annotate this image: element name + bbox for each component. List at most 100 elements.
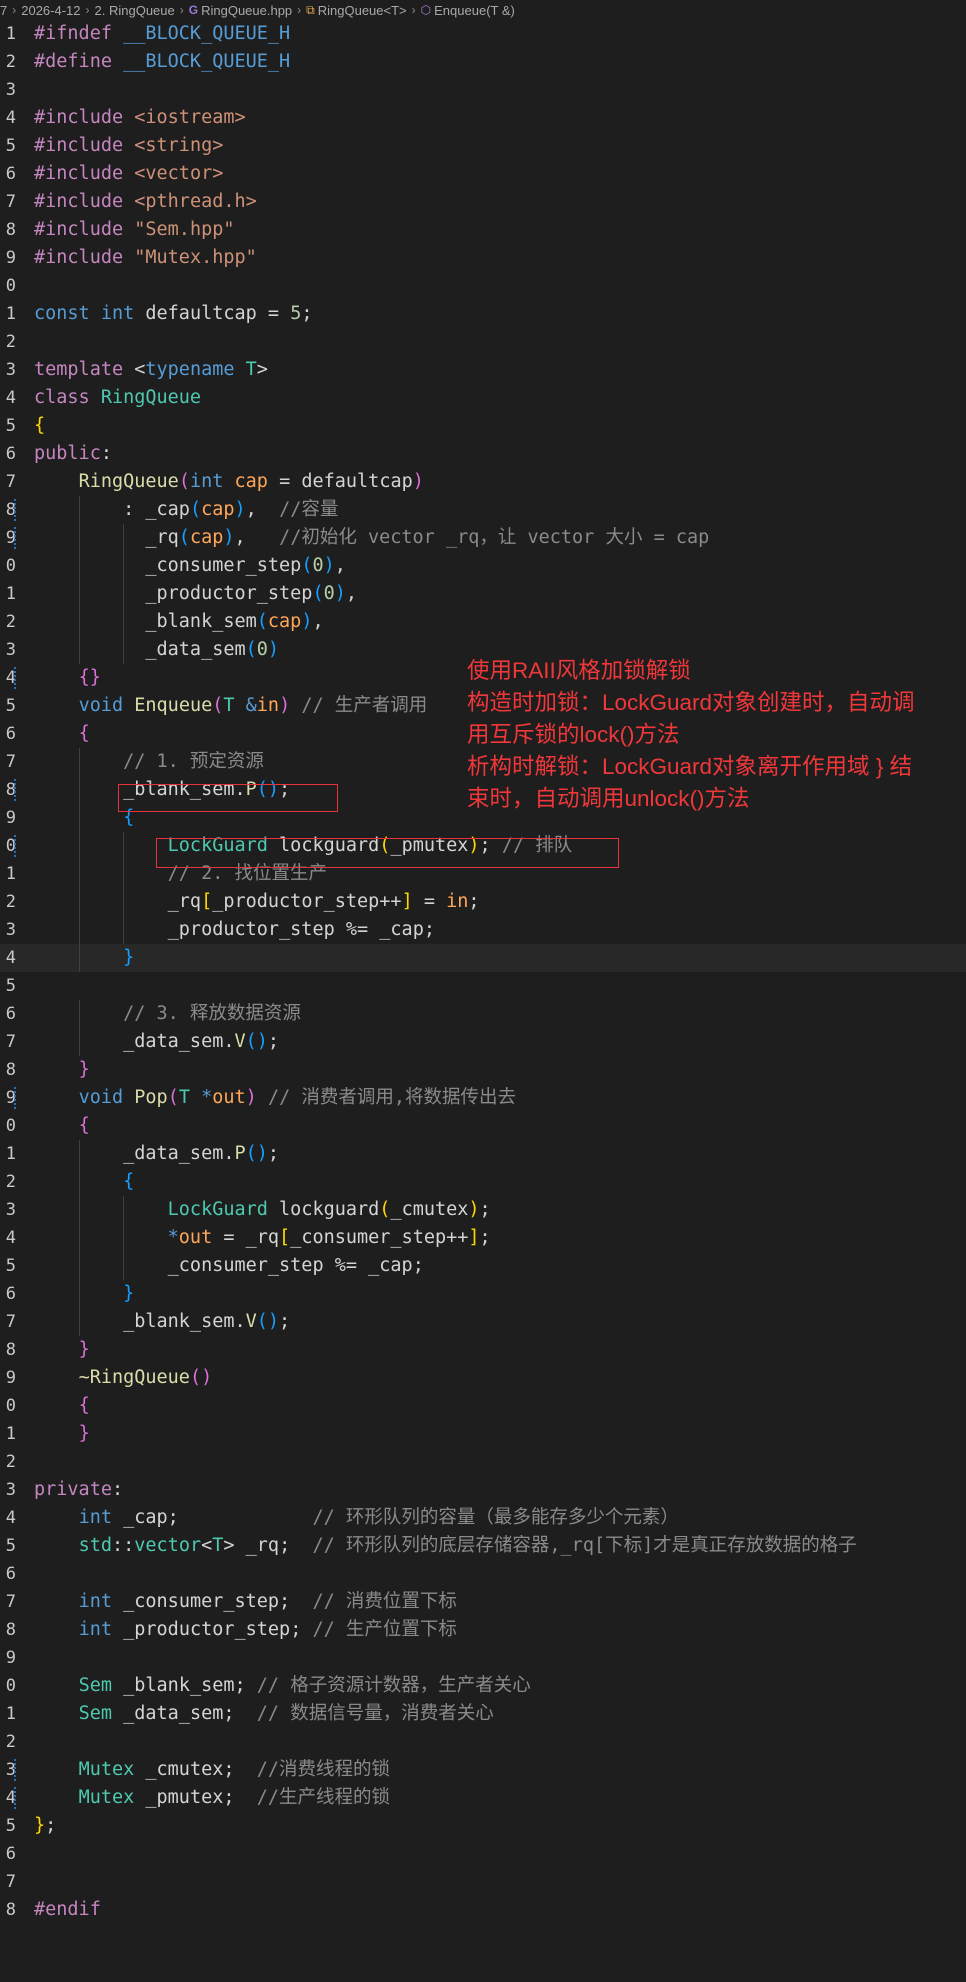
breadcrumb-item[interactable]: 2026-4-12 <box>21 3 80 18</box>
code-line[interactable]: 3 template <typename T> <box>0 356 966 384</box>
line-number: 1 <box>5 864 16 884</box>
code-line[interactable]: 6 <box>0 1840 966 1868</box>
code-line[interactable]: 2 _blank_sem(cap), <box>0 608 966 636</box>
code-line[interactable]: 6 <box>0 1560 966 1588</box>
line-number: 7 <box>5 472 16 492</box>
code-line[interactable]: 5 <box>0 972 966 1000</box>
code-line[interactable]: 8 } <box>0 1336 966 1364</box>
code-line[interactable]: 5 _consumer_step %= _cap; <box>0 1252 966 1280</box>
code-line[interactable]: 2 _rq[_productor_step++] = in; <box>0 888 966 916</box>
code-line[interactable]: 1 _data_sem.P(); <box>0 1140 966 1168</box>
line-number: 3 <box>5 1200 16 1220</box>
code-token: ; <box>45 1815 57 1836</box>
code-line[interactable]: 7 <box>0 1868 966 1896</box>
code-line[interactable]: 0 _consumer_step(0), <box>0 552 966 580</box>
code-text: #include <iostream> <box>34 104 246 132</box>
code-token: #endif <box>34 1899 101 1920</box>
git-change-marker[interactable] <box>14 527 16 549</box>
code-editor[interactable]: 1 #ifndef __BLOCK_QUEUE_H 2 #define __BLOCK… <box>0 20 966 1924</box>
code-token: _pmutex; <box>145 1787 257 1808</box>
code-line[interactable]: 1 Sem _data_sem; // 数据信号量，消费者关心 <box>0 1700 966 1728</box>
code-text: ~RingQueue() <box>34 1364 213 1392</box>
code-token: () <box>256 1311 280 1332</box>
git-change-marker[interactable] <box>14 835 16 857</box>
breadcrumb-item[interactable]: 7 <box>0 3 7 18</box>
code-line[interactable]: 5 #include <string> <box>0 132 966 160</box>
code-line[interactable]: 4 *out = _rq[_consumer_step++]; <box>0 1224 966 1252</box>
code-token: ( <box>178 527 190 548</box>
code-line[interactable]: 7 RingQueue(int cap = defaultcap) <box>0 468 966 496</box>
code-line[interactable]: 7 _data_sem.V(); <box>0 1028 966 1056</box>
code-line[interactable]: 6 #include <vector> <box>0 160 966 188</box>
code-line[interactable]: 1 const int defaultcap = 5; <box>0 300 966 328</box>
code-line[interactable]: 7 _blank_sem.V(); <box>0 1308 966 1336</box>
code-line[interactable]: 5}; <box>0 1812 966 1840</box>
code-text: _rq[_productor_step++] = in; <box>34 888 480 916</box>
code-line[interactable]: 0 Sem _blank_sem; // 格子资源计数器，生产者关心 <box>0 1672 966 1700</box>
code-line[interactable]: 4 class RingQueue <box>0 384 966 412</box>
code-line[interactable]: 6 } <box>0 1280 966 1308</box>
git-change-marker[interactable] <box>14 1759 16 1781</box>
git-change-marker[interactable] <box>14 1087 16 1109</box>
code-line[interactable]: 2 #define __BLOCK_QUEUE_H <box>0 48 966 76</box>
code-text: { <box>34 412 45 440</box>
breadcrumb-item[interactable]: ⬡ Enqueue(T &) <box>421 3 515 18</box>
code-line[interactable]: 8 } <box>0 1056 966 1084</box>
code-line[interactable]: 3 LockGuard lockguard(_cmutex); <box>0 1196 966 1224</box>
code-line[interactable]: 0 { <box>0 1392 966 1420</box>
code-line[interactable]: 2 <box>0 1448 966 1476</box>
code-line[interactable]: 0 { <box>0 1112 966 1140</box>
code-line[interactable]: 4 #include <iostream> <box>0 104 966 132</box>
code-token: //生产线程的锁 <box>256 1787 391 1808</box>
code-token: {} <box>78 667 101 688</box>
code-line[interactable]: 1 } <box>0 1420 966 1448</box>
git-change-marker[interactable] <box>14 779 16 801</box>
code-line[interactable]: 3 <box>0 76 966 104</box>
code-line[interactable]: 4 Mutex _pmutex; //生产线程的锁 <box>0 1784 966 1812</box>
code-line[interactable]: 7 #include <pthread.h> <box>0 188 966 216</box>
code-line[interactable]: 8 int _productor_step; // 生产位置下标 <box>0 1616 966 1644</box>
code-token: () <box>245 1031 268 1052</box>
code-token: Enqueue <box>134 695 213 716</box>
code-token: //初始化 vector _rq，让 vector 大小 = cap <box>279 527 710 548</box>
code-token: ( <box>178 471 190 492</box>
git-change-marker[interactable] <box>14 1787 16 1809</box>
code-line[interactable]: 3 _productor_step %= _cap; <box>0 916 966 944</box>
code-line[interactable]: 8 : _cap(cap), //容量 <box>0 496 966 524</box>
code-token: <iostream> <box>134 107 246 128</box>
code-line[interactable]: 1 // 2. 找位置生产 <box>0 860 966 888</box>
code-line[interactable]: 1 _productor_step(0), <box>0 580 966 608</box>
code-line[interactable]: 4 int _cap; // 环形队列的容量（最多能存多少个元素） <box>0 1504 966 1532</box>
code-line[interactable]: 1 #ifndef __BLOCK_QUEUE_H <box>0 20 966 48</box>
code-line[interactable]: 4 } <box>0 944 966 972</box>
code-line[interactable]: 3 private: <box>0 1476 966 1504</box>
code-line[interactable]: 2 <box>0 328 966 356</box>
code-line[interactable]: 2 <box>0 1728 966 1756</box>
git-change-marker[interactable] <box>14 667 16 689</box>
code-line[interactable]: 8 #include "Sem.hpp" <box>0 216 966 244</box>
git-change-marker[interactable] <box>14 499 16 521</box>
breadcrumb-item[interactable]: G RingQueue.hpp <box>189 3 292 18</box>
code-line[interactable]: 0 <box>0 272 966 300</box>
code-token: _consumer_step <box>34 555 302 576</box>
code-line[interactable]: 0 LockGuard lockguard(_pmutex); // 排队 <box>0 832 966 860</box>
breadcrumb-item[interactable]: 2. RingQueue <box>95 3 175 18</box>
code-line[interactable]: 5{ <box>0 412 966 440</box>
code-line[interactable]: 3 Mutex _cmutex; //消费线程的锁 <box>0 1756 966 1784</box>
breadcrumb-item[interactable]: ⧉ RingQueue<T> <box>306 3 406 18</box>
code-line[interactable]: 9 void Pop(T *out) // 消费者调用,将数据传出去 <box>0 1084 966 1112</box>
code-line[interactable]: 5 std::vector<T> _rq; // 环形队列的底层存储容器,_rq… <box>0 1532 966 1560</box>
code-line[interactable]: 7 int _consumer_step; // 消费位置下标 <box>0 1588 966 1616</box>
code-token: ) <box>334 583 346 604</box>
code-line[interactable]: 6 public: <box>0 440 966 468</box>
code-line[interactable]: 9 _rq(cap), //初始化 vector _rq，让 vector 大小… <box>0 524 966 552</box>
code-line[interactable]: 9 <box>0 1644 966 1672</box>
code-line[interactable]: 6 // 3. 释放数据资源 <box>0 1000 966 1028</box>
line-number: 3 <box>5 1480 16 1500</box>
code-line[interactable]: 9 #include "Mutex.hpp" <box>0 244 966 272</box>
code-line[interactable]: 9 ~RingQueue() <box>0 1364 966 1392</box>
code-line[interactable]: 8 #endif <box>0 1896 966 1924</box>
code-line[interactable]: 2 { <box>0 1168 966 1196</box>
